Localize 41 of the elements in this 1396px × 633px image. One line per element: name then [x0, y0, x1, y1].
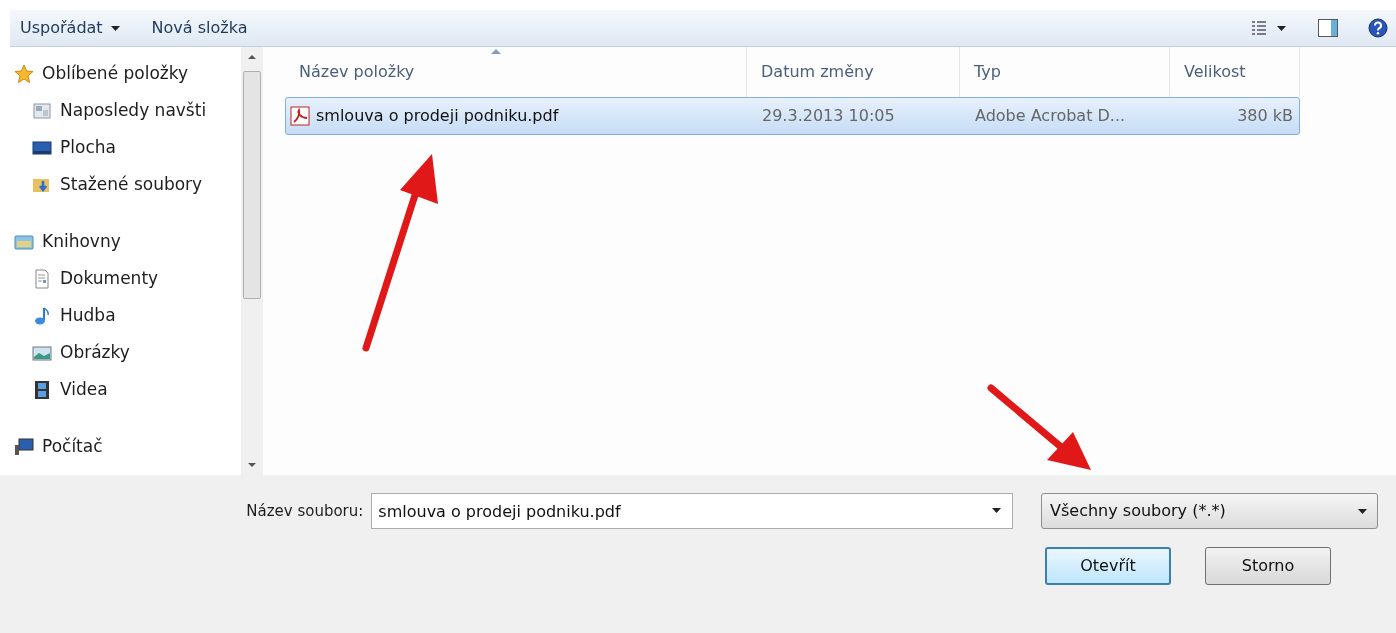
help-icon — [1368, 18, 1388, 38]
dropdown-caret-icon — [1277, 25, 1286, 31]
toolbar-button[interactable]: Uspořádat — [16, 13, 124, 43]
dropdown-caret-icon — [1358, 508, 1367, 514]
computer-icon — [14, 436, 34, 457]
scrollbar-thumb[interactable] — [243, 71, 261, 299]
filename-label: Název souboru: — [245, 500, 364, 522]
scroll-up-icon — [248, 55, 256, 59]
cancel-button[interactable]: Storno — [1205, 547, 1331, 585]
file-name: smlouva o prodeji podniku.pdf — [316, 105, 559, 127]
sidebar-item[interactable]: Obrázky — [10, 334, 241, 371]
dropdown-caret-icon — [110, 25, 120, 31]
sidebar-item[interactable]: Dokumenty — [10, 260, 241, 297]
file-row[interactable]: smlouva o prodeji podniku.pdf 29.3.2013 10:05 Adobe Acrobat D... 380 kB — [285, 97, 1300, 135]
dropdown-caret-icon — [992, 508, 1002, 513]
recent-places-icon — [32, 100, 52, 121]
filename-field[interactable]: smlouva o prodeji podniku.pdf — [371, 493, 1014, 529]
scrollbar[interactable] — [241, 47, 263, 475]
sidebar-item[interactable]: Plocha — [10, 129, 241, 166]
music-note-icon — [32, 305, 52, 326]
sidebar-item[interactable]: Knihovny — [10, 223, 241, 260]
toolbar-button[interactable]: Nová složka — [147, 13, 252, 43]
file-type: Adobe Acrobat D... — [974, 105, 1127, 127]
pdf-file-icon — [290, 106, 310, 126]
document-icon — [32, 268, 52, 289]
sidebar-item[interactable]: Oblíbené položky — [10, 55, 241, 92]
file-type-dropdown[interactable]: Všechny soubory (*.*) — [1041, 493, 1378, 529]
star-icon — [14, 63, 34, 84]
list-view-icon — [1251, 20, 1267, 36]
scroll-down-icon — [248, 463, 256, 467]
sidebar-item[interactable]: Naposledy navšti — [10, 92, 241, 129]
sort-arrow-icon — [491, 49, 501, 54]
sidebar-item[interactable]: Počítač — [10, 428, 241, 465]
file-date: 29.3.2013 10:05 — [761, 105, 896, 127]
sidebar-item[interactable]: Hudba — [10, 297, 241, 334]
open-button[interactable]: Otevřít — [1045, 547, 1171, 585]
sidebar-item[interactable]: Videa — [10, 371, 241, 408]
sidebar-item[interactable]: Stažené soubory — [10, 166, 241, 203]
film-icon — [32, 379, 52, 400]
file-size: 380 kB — [1236, 105, 1294, 127]
preview-pane-icon — [1318, 19, 1338, 37]
